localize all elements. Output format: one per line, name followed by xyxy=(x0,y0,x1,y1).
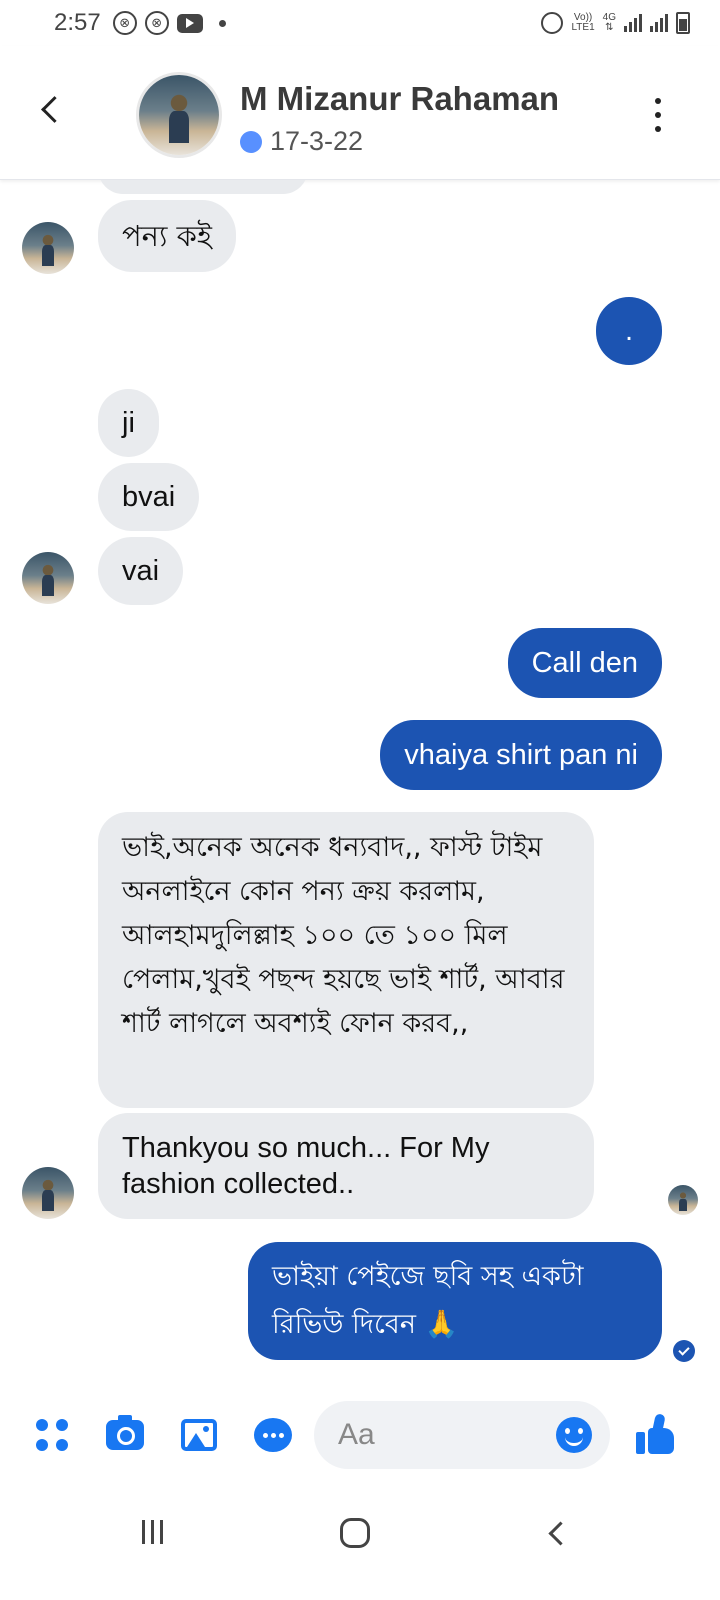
sender-avatar[interactable] xyxy=(22,222,74,274)
delivered-check-icon xyxy=(673,1340,695,1362)
sender-avatar[interactable] xyxy=(22,1167,74,1219)
sender-avatar[interactable] xyxy=(22,552,74,604)
message-bubble-incoming[interactable]: ভাই,অনেক অনেক ধন্যবাদ,, ফাস্ট টাইম অনলাই… xyxy=(98,812,594,1108)
camera-button[interactable] xyxy=(106,1415,144,1454)
message-bubble-incoming[interactable]: ji xyxy=(98,389,159,457)
more-options-button[interactable] xyxy=(650,98,666,132)
volte-indicator: Vo)) LTE1 xyxy=(571,13,594,33)
emoji-icon[interactable] xyxy=(556,1417,592,1453)
contact-avatar[interactable] xyxy=(136,72,222,158)
message-bubble-incoming[interactable]: bvai xyxy=(98,463,200,531)
lte-label: LTE1 xyxy=(571,22,595,33)
active-status-text: 17-3-22 xyxy=(270,126,364,156)
contact-name[interactable]: M Mizanur Rahaman xyxy=(240,80,559,118)
recents-icon[interactable] xyxy=(142,1520,163,1544)
notification-icons: ⊗ ⊗ xyxy=(112,11,226,35)
sync-notification-icon: ⊗ xyxy=(112,11,137,35)
conversation-header: M Mizanur Rahaman 17-3-22 xyxy=(0,46,720,180)
message-list[interactable]: পন্য কই . ji bvai vai Call den vhaiya sh… xyxy=(0,180,720,1390)
seen-avatar xyxy=(668,1185,698,1215)
message-bubble-incoming[interactable]: vai xyxy=(98,537,184,605)
message-bubble-outgoing[interactable]: ভাইয়া পেইজে ছবি সহ একটা রিভিউ দিবেন 🙏 xyxy=(248,1242,662,1360)
gallery-button[interactable] xyxy=(180,1416,218,1454)
camera-icon xyxy=(106,1415,144,1450)
status-time: 2:57 xyxy=(54,9,101,36)
active-status: 17-3-22 xyxy=(240,126,363,157)
battery-icon xyxy=(676,12,690,34)
signal-icon-2 xyxy=(650,14,668,32)
youtube-icon xyxy=(176,13,203,33)
voice-chat-button[interactable] xyxy=(254,1416,292,1454)
gallery-icon xyxy=(181,1419,217,1451)
system-navigation-bar xyxy=(0,1490,720,1600)
apps-icon xyxy=(36,1419,68,1451)
message-bubble-outgoing[interactable]: vhaiya shirt pan ni xyxy=(380,720,662,790)
network-type: 4G ⇅ xyxy=(603,13,616,33)
message-composer xyxy=(0,1398,720,1472)
apps-menu-button[interactable] xyxy=(33,1416,71,1454)
status-bar: 2:57 ⊗ ⊗ Vo)) LTE1 4G ⇅ xyxy=(0,0,720,46)
message-bubble-cut xyxy=(98,180,308,194)
data-arrows-icon: ⇅ xyxy=(605,22,614,33)
chat-dots-icon xyxy=(254,1418,292,1452)
system-icons: Vo)) LTE1 4G ⇅ xyxy=(541,12,690,34)
active-dot-icon xyxy=(240,130,262,153)
system-back-icon[interactable] xyxy=(546,1520,570,1546)
message-bubble-incoming[interactable]: পন্য কই xyxy=(98,200,236,272)
message-bubble-outgoing[interactable]: . xyxy=(596,297,662,365)
home-icon[interactable] xyxy=(340,1518,370,1548)
like-icon[interactable] xyxy=(636,1413,676,1454)
message-bubble-outgoing[interactable]: Call den xyxy=(507,628,662,698)
message-bubble-incoming[interactable]: Thankyou so much... For My fashion colle… xyxy=(98,1113,594,1219)
more-notifications-dot xyxy=(218,19,226,27)
signal-icon xyxy=(624,14,642,32)
alarm-icon xyxy=(541,12,564,34)
back-button[interactable] xyxy=(34,84,74,134)
sync-notification-icon-2: ⊗ xyxy=(144,11,169,35)
